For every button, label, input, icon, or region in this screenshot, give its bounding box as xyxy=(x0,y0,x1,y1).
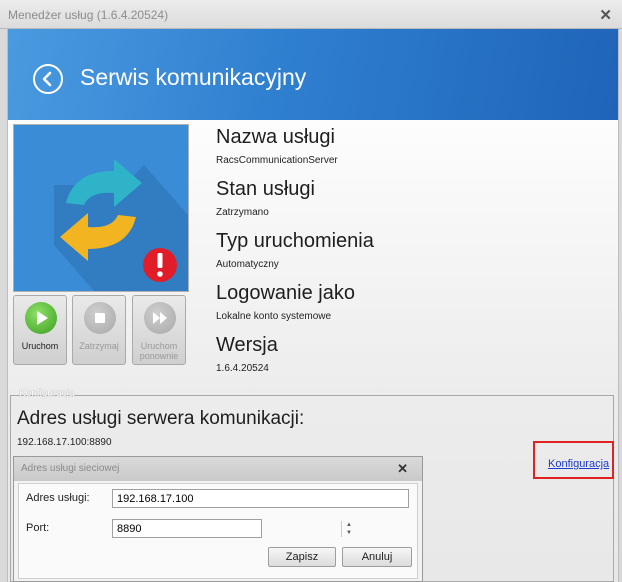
page-title: Serwis komunikacyjny xyxy=(80,64,307,90)
window-titlebar: Menedżer usług (1.6.4.20524) ✕ xyxy=(0,0,622,29)
stop-icon xyxy=(95,313,105,323)
address-input[interactable] xyxy=(112,489,409,508)
service-state-label: Stan usługi xyxy=(216,178,315,200)
port-value: 8890 xyxy=(117,523,142,535)
version-value: 1.6.4.20524 xyxy=(216,363,269,374)
address-title: Adres usługi serwera komunikacji: xyxy=(17,408,305,429)
header-banner: Serwis komunikacyjny xyxy=(8,29,618,120)
window-close-icon[interactable]: ✕ xyxy=(599,6,612,24)
port-field-label: Port: xyxy=(26,522,50,534)
service-name-value: RacsCommunicationServer xyxy=(216,155,338,166)
dialog-title: Adres usługi sieciowej xyxy=(21,463,120,474)
dialog-titlebar: Adres usługi sieciowej ✕ xyxy=(14,457,422,481)
sync-arrows-icon xyxy=(14,125,188,291)
start-button-label: Uruchom xyxy=(21,341,59,351)
address-value: 192.168.17.100:8890 xyxy=(17,437,112,448)
restart-icon xyxy=(153,312,167,324)
service-icon-tile xyxy=(13,124,189,292)
back-button[interactable] xyxy=(33,64,63,94)
play-icon xyxy=(37,311,48,325)
configuration-group-label: Konfiguracja xyxy=(19,388,75,399)
configuration-link[interactable]: Konfiguracja xyxy=(548,458,609,470)
service-name-label: Nazwa usługi xyxy=(216,126,335,148)
start-button[interactable]: Uruchom xyxy=(13,295,67,365)
version-label: Wersja xyxy=(216,334,278,356)
restart-button[interactable]: Uruchom ponownie xyxy=(132,295,186,365)
restart-button-label: Uruchom ponownie xyxy=(139,341,179,361)
logon-as-value: Lokalne konto systemowe xyxy=(216,311,332,322)
chevron-left-icon xyxy=(42,71,52,87)
spin-down-icon[interactable]: ▼ xyxy=(342,529,356,537)
port-stepper[interactable]: 8890 ▲ ▼ xyxy=(112,519,352,538)
cancel-button[interactable]: Anuluj xyxy=(342,547,412,567)
dialog-close-icon[interactable]: ✕ xyxy=(397,461,408,477)
stop-button-label: Zatrzymaj xyxy=(79,341,119,351)
port-spinner[interactable]: ▲ ▼ xyxy=(341,521,356,537)
stop-button[interactable]: Zatrzymaj xyxy=(72,295,126,365)
dialog-body: Adres usługi: Port: 8890 ▲ ▼ Zapisz Anul… xyxy=(18,483,418,579)
address-field-label: Adres usługi: xyxy=(26,492,90,504)
startup-type-label: Typ uruchomienia xyxy=(216,230,374,252)
logon-as-label: Logowanie jako xyxy=(216,282,355,304)
service-state-value: Zatrzymano xyxy=(216,207,269,218)
startup-type-value: Automatyczny xyxy=(216,259,279,270)
window-title: Menedżer usług (1.6.4.20524) xyxy=(8,8,169,22)
address-dialog: Adres usługi sieciowej ✕ Adres usługi: P… xyxy=(13,456,423,582)
configuration-link-highlight: Konfiguracja xyxy=(533,441,614,479)
spin-up-icon[interactable]: ▲ xyxy=(342,521,356,529)
save-button[interactable]: Zapisz xyxy=(268,547,336,567)
